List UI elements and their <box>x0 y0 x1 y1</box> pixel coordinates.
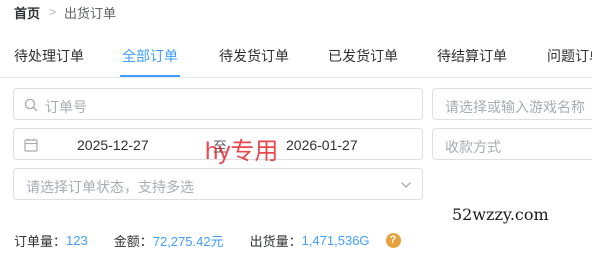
tab-to-ship[interactable]: 待发货订单 <box>219 46 289 66</box>
order-count-value: 123 <box>66 232 88 248</box>
tab-shipped[interactable]: 已发货订单 <box>328 46 398 66</box>
order-summary: 订单量： 123 金额： 72,275.42元 出货量： 1,471,536G … <box>14 232 401 249</box>
breadcrumb: 首页 > 出货订单 <box>14 3 116 21</box>
date-start-value[interactable]: 2025-12-27 <box>77 137 149 153</box>
breadcrumb-home[interactable]: 首页 <box>14 3 40 22</box>
tab-all[interactable]: 全部订单 <box>122 46 178 66</box>
breadcrumb-separator-icon: > <box>49 5 57 19</box>
breadcrumb-current: 出货订单 <box>64 5 117 21</box>
order-status-multiselect[interactable]: 请选择订单状态，支持多选 <box>13 168 423 200</box>
tab-problem[interactable]: 问题订单 <box>547 46 592 66</box>
order-number-input[interactable]: 订单号 <box>13 88 423 120</box>
payment-method-placeholder: 收款方式 <box>445 139 501 155</box>
search-icon <box>24 98 38 112</box>
site-watermark: 52wzzy.com <box>452 205 549 224</box>
calendar-icon <box>24 138 38 152</box>
active-tab-indicator <box>120 75 180 77</box>
question-icon[interactable]: ? <box>385 232 401 248</box>
amount-value: 72,275.42元 <box>152 233 224 249</box>
order-number-placeholder: 订单号 <box>45 99 87 115</box>
order-count-label: 订单量： <box>14 233 67 249</box>
amount-label: 金额： <box>113 233 153 249</box>
watermark-text: hy专用 <box>205 138 279 165</box>
shipped-value: 1,471,536G <box>301 232 370 248</box>
tab-to-settle[interactable]: 待结算订单 <box>437 46 507 66</box>
game-name-placeholder: 请选择或输入游戏名称 <box>445 99 585 115</box>
chevron-down-icon[interactable] <box>398 177 414 193</box>
order-status-placeholder: 请选择订单状态，支持多选 <box>26 179 194 195</box>
order-tabs: 待处理订单 全部订单 待发货订单 已发货订单 待结算订单 问题订单 <box>0 36 592 78</box>
date-end-value[interactable]: 2026-01-27 <box>286 137 358 153</box>
shipped-label: 出货量： <box>249 233 302 249</box>
payment-method-select[interactable]: 收款方式 <box>432 128 592 160</box>
tab-pending[interactable]: 待处理订单 <box>14 46 84 66</box>
game-name-select[interactable]: 请选择或输入游戏名称 <box>432 88 592 120</box>
